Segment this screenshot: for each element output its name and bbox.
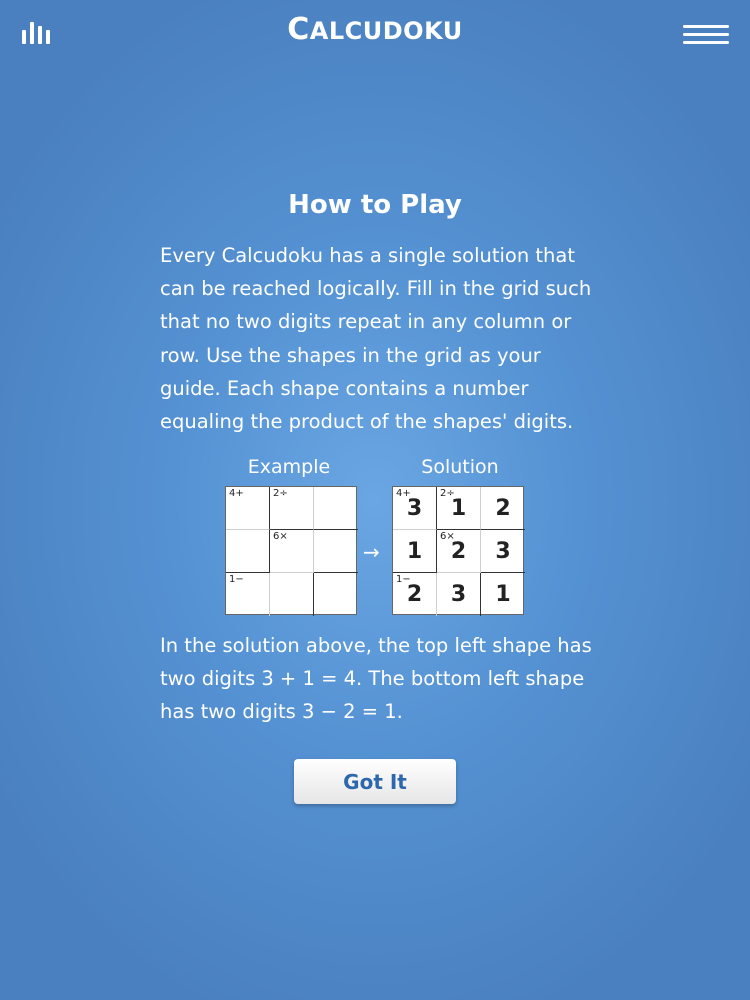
cell-value: 2 [450, 539, 467, 564]
grid-cell [226, 530, 270, 573]
grid-cell [314, 487, 358, 530]
top-bar: Calcudoku [0, 0, 750, 70]
grid-cell: 2 [481, 487, 525, 530]
cell-value: 1 [406, 539, 423, 564]
arrow-right-icon: → [363, 540, 380, 564]
grid-cell: 4+ 3 [393, 487, 437, 530]
cell-value: 1 [495, 582, 511, 607]
grid-cell: 1 [481, 573, 525, 616]
app-title-first: C [287, 12, 310, 47]
cage-clue: 2÷ [273, 488, 288, 499]
grid-cell: 1− [226, 573, 270, 616]
how-to-play-heading: How to Play [288, 190, 462, 220]
cell-value: 3 [450, 582, 467, 607]
grid-cell [314, 530, 358, 573]
cell-value: 2 [406, 582, 423, 607]
solution-grid: 4+ 3 2÷ 1 2 1 6× 2 3 1− 2 3 1 [392, 486, 525, 616]
cell-value: 1 [450, 496, 467, 521]
grid-cell: 1 [393, 530, 437, 573]
solution-label: Solution [421, 456, 499, 478]
solution-explanation: In the solution above, the top left shap… [160, 634, 592, 724]
cell-value: 3 [406, 496, 423, 521]
example-label: Example [247, 456, 331, 478]
app-title-rest: alcudoku [309, 17, 463, 45]
cage-clue: 4+ [229, 488, 244, 499]
grid-cell [314, 573, 358, 616]
app-title: Calcudoku [0, 12, 750, 47]
grid-cell: 3 [437, 573, 481, 616]
example-grid: 4+ 2÷ 6× 1− [225, 486, 358, 616]
grid-cell: 3 [481, 530, 525, 573]
grid-cell: 6× [270, 530, 314, 573]
cage-clue: 6× [273, 531, 288, 542]
cage-clue: 1− [229, 574, 244, 585]
got-it-button[interactable]: Got It [294, 759, 456, 804]
cell-value: 2 [495, 496, 511, 521]
grid-cell: 2÷ [270, 487, 314, 530]
grid-cell: 4+ [226, 487, 270, 530]
grid-cell: 6× 2 [437, 530, 481, 573]
grid-cell: 2÷ 1 [437, 487, 481, 530]
instructions-paragraph: Every Calcudoku has a single solution th… [160, 244, 592, 434]
cell-value: 3 [495, 539, 511, 564]
grid-cell [270, 573, 314, 616]
grid-cell: 1− 2 [393, 573, 437, 616]
hamburger-menu-icon[interactable] [683, 25, 729, 45]
